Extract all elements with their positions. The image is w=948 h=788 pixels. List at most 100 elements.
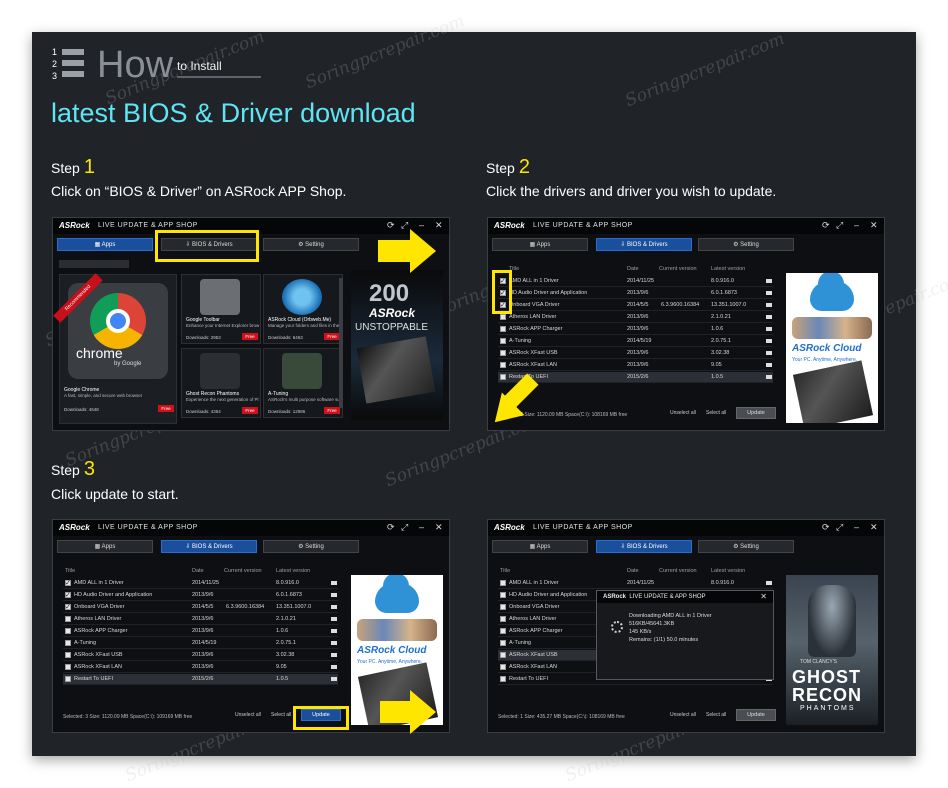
driver-checkbox[interactable] <box>65 652 71 658</box>
google-toolbar-card[interactable]: Google Toolbar Enhance your Internet Exp… <box>181 274 261 344</box>
driver-checkbox[interactable] <box>500 628 506 634</box>
driver-row[interactable]: A-Tuning 2014/5/19 2.0.75.1 <box>63 638 338 649</box>
driver-row[interactable]: AMD ALL in 1 Driver 2014/11/25 8.0.916.0 <box>63 578 338 589</box>
info-icon[interactable] <box>331 653 337 657</box>
driver-row[interactable]: AMD ALL in 1 Driver 2014/11/25 8.0.916.0 <box>498 578 773 589</box>
driver-row[interactable]: Restart To UEFI2015/2/61.0.5 <box>63 674 338 685</box>
tab-apps[interactable]: ▦ Apps <box>57 540 153 553</box>
close-icon[interactable]: ✕ <box>870 220 878 231</box>
scrollbar[interactable] <box>339 278 343 408</box>
tab-setting[interactable]: ⚙ Setting <box>263 540 359 553</box>
info-icon[interactable] <box>766 327 772 331</box>
info-icon[interactable] <box>766 351 772 355</box>
expand-icon[interactable]: ⤢ <box>401 220 408 231</box>
expand-icon[interactable]: ⤢ <box>836 220 843 231</box>
info-icon[interactable] <box>331 593 337 597</box>
close-icon[interactable]: ✕ <box>760 592 767 601</box>
info-icon[interactable] <box>766 291 772 295</box>
free-button[interactable]: Free <box>158 405 174 412</box>
driver-checkbox[interactable] <box>500 676 506 682</box>
free-button[interactable]: Free <box>324 407 340 414</box>
info-icon[interactable] <box>331 677 337 681</box>
free-button[interactable]: Free <box>242 333 258 340</box>
driver-checkbox[interactable] <box>500 338 506 344</box>
refresh-icon[interactable]: ⟳ <box>387 220 395 231</box>
driver-checkbox[interactable] <box>65 628 71 634</box>
tab-apps[interactable]: ▦ Apps <box>492 238 588 251</box>
free-button[interactable]: Free <box>324 333 340 340</box>
update-button[interactable]: Update <box>736 709 776 721</box>
driver-checkbox[interactable] <box>500 616 506 622</box>
driver-row[interactable]: Atheros LAN Driver 2013/9/6 2.1.0.21 <box>63 614 338 625</box>
driver-row[interactable]: ASRock XFast USB 2013/9/6 3.02.38 <box>498 348 773 359</box>
driver-checkbox[interactable] <box>65 664 71 670</box>
a-tuning-card[interactable]: A-Tuning ASRock's multi purpose software… <box>263 348 343 418</box>
info-icon[interactable] <box>766 315 772 319</box>
close-icon[interactable]: ✕ <box>435 522 443 533</box>
info-icon[interactable] <box>766 279 772 283</box>
refresh-icon[interactable]: ⟳ <box>822 220 830 231</box>
driver-checkbox[interactable] <box>500 314 506 320</box>
update-button[interactable]: Update <box>736 407 776 419</box>
info-icon[interactable] <box>766 303 772 307</box>
driver-row[interactable]: Onboard VGA Driver 2014/5/5 6.3.9600.16384… <box>498 300 773 311</box>
driver-checkbox[interactable] <box>65 676 71 682</box>
driver-checkbox[interactable] <box>500 592 506 598</box>
unselect-all-button[interactable]: Unselect all <box>670 410 696 416</box>
info-icon[interactable] <box>766 363 772 367</box>
info-icon[interactable] <box>331 605 337 609</box>
expand-icon[interactable]: ⤢ <box>401 522 408 533</box>
tab-setting[interactable]: ⚙ Setting <box>263 238 359 251</box>
driver-row[interactable]: HD Audio Driver and Application 2013/9/6 6… <box>63 590 338 601</box>
ghost-recon-card[interactable]: Ghost Recon Phantoms Experience the next… <box>181 348 261 418</box>
expand-icon[interactable]: ⤢ <box>836 522 843 533</box>
unselect-all-button[interactable]: Unselect all <box>235 712 261 718</box>
tab-bios-drivers[interactable]: ⇩ BIOS & Drivers <box>596 540 692 553</box>
minimize-icon[interactable]: – <box>419 522 424 532</box>
refresh-icon[interactable]: ⟳ <box>387 522 395 533</box>
info-icon[interactable] <box>331 665 337 669</box>
tab-setting[interactable]: ⚙ Setting <box>698 238 794 251</box>
driver-checkbox[interactable] <box>65 578 71 589</box>
minimize-icon[interactable]: – <box>854 522 859 532</box>
info-icon[interactable] <box>331 629 337 633</box>
driver-row[interactable]: Restart To UEFI2015/2/61.0.5 <box>498 372 773 383</box>
select-all-button[interactable]: Select all <box>706 712 726 718</box>
info-icon[interactable] <box>331 641 337 645</box>
driver-row[interactable]: ASRock APP Charger 2013/9/6 1.0.6 <box>498 324 773 335</box>
unselect-all-button[interactable]: Unselect all <box>670 712 696 718</box>
driver-checkbox[interactable] <box>65 590 71 601</box>
asrock-cloud-card[interactable]: ASRock Cloud (Orbweb.Me) Manage your fol… <box>263 274 343 344</box>
driver-checkbox[interactable] <box>65 640 71 646</box>
driver-row[interactable]: ASRock XFast USB 2013/9/6 3.02.38 <box>63 650 338 661</box>
driver-checkbox[interactable] <box>500 350 506 356</box>
tab-setting[interactable]: ⚙ Setting <box>698 540 794 553</box>
select-all-button[interactable]: Select all <box>271 712 291 718</box>
info-icon[interactable] <box>766 581 772 585</box>
close-icon[interactable]: ✕ <box>435 220 443 231</box>
info-icon[interactable] <box>331 617 337 621</box>
driver-checkbox[interactable] <box>500 362 506 368</box>
info-icon[interactable] <box>766 375 772 379</box>
driver-checkbox[interactable] <box>65 602 71 613</box>
chrome-app-card[interactable]: chrome by Google Recommended Google Chro… <box>53 273 177 424</box>
tab-bios-drivers[interactable]: ⇩ BIOS & Drivers <box>161 540 257 553</box>
tab-apps[interactable]: ▦ Apps <box>492 540 588 553</box>
driver-checkbox[interactable] <box>500 374 506 380</box>
minimize-icon[interactable]: – <box>854 220 859 230</box>
free-button[interactable]: Free <box>242 407 258 414</box>
driver-checkbox[interactable] <box>65 616 71 622</box>
driver-row[interactable]: A-Tuning 2014/5/19 2.0.75.1 <box>498 336 773 347</box>
driver-checkbox[interactable] <box>500 326 506 332</box>
select-all-button[interactable]: Select all <box>706 410 726 416</box>
driver-row[interactable]: HD Audio Driver and Application 2013/9/6 6… <box>498 288 773 299</box>
driver-checkbox[interactable] <box>500 652 506 658</box>
refresh-icon[interactable]: ⟳ <box>822 522 830 533</box>
driver-row[interactable]: Onboard VGA Driver 2014/5/5 6.3.9600.16384… <box>63 602 338 613</box>
driver-row[interactable]: ASRock APP Charger 2013/9/6 1.0.6 <box>63 626 338 637</box>
info-icon[interactable] <box>766 339 772 343</box>
tab-apps[interactable]: ▦ Apps <box>57 238 153 251</box>
driver-row[interactable]: Atheros LAN Driver 2013/9/6 2.1.0.21 <box>498 312 773 323</box>
close-icon[interactable]: ✕ <box>870 522 878 533</box>
driver-checkbox[interactable] <box>500 664 506 670</box>
